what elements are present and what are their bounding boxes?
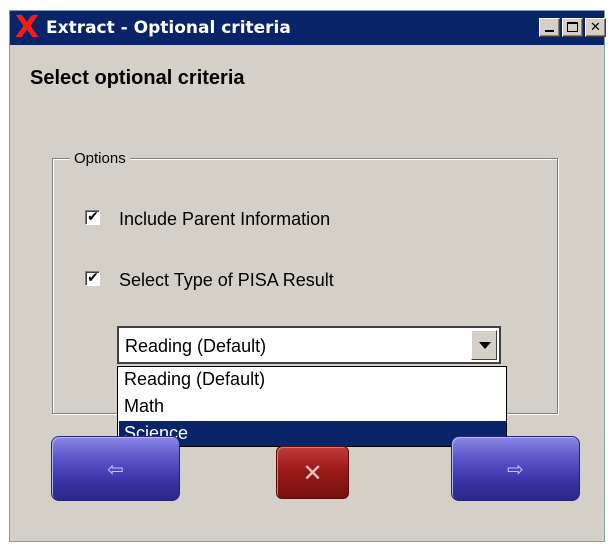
option-reading[interactable]: Reading (Default): [119, 367, 506, 392]
window-title: Extract - Optional criteria: [46, 18, 291, 38]
arrow-left-icon: ⇦: [107, 456, 124, 481]
select-pisa-type-label[interactable]: Select Type of PISA Result: [119, 270, 334, 290]
dropdown-list: Reading (Default) Math Science: [117, 366, 507, 447]
next-button[interactable]: ⇨: [451, 436, 580, 501]
checkmark-icon: ✔: [87, 209, 99, 225]
x-icon: ✕: [302, 458, 323, 487]
select-pisa-type-checkbox[interactable]: ✔: [85, 270, 100, 286]
include-parent-info-checkbox[interactable]: ✔: [85, 209, 100, 225]
close-icon: ✕: [590, 20, 601, 35]
options-legend: Options: [70, 150, 130, 168]
close-button[interactable]: ✕: [585, 18, 606, 37]
title-bar[interactable]: X Extract - Optional criteria ✕: [10, 10, 606, 45]
option-math[interactable]: Math: [119, 394, 506, 419]
app-logo-icon: X: [14, 10, 40, 45]
select-current-value: Reading (Default): [125, 336, 267, 356]
minimize-icon: [545, 30, 554, 32]
maximize-button[interactable]: [562, 18, 583, 37]
back-button[interactable]: ⇦: [51, 436, 180, 501]
maximize-icon: [567, 22, 578, 32]
pisa-result-type-select[interactable]: Reading (Default): [117, 326, 501, 364]
cancel-button[interactable]: ✕: [276, 446, 349, 499]
page-heading: Select optional criteria: [30, 67, 245, 89]
minimize-button[interactable]: [539, 18, 560, 37]
include-parent-info-label[interactable]: Include Parent Information: [119, 209, 330, 229]
arrow-right-icon: ⇨: [507, 456, 524, 481]
chevron-down-icon: [479, 342, 491, 349]
dropdown-button[interactable]: [471, 330, 497, 360]
checkmark-icon: ✔: [87, 270, 99, 286]
